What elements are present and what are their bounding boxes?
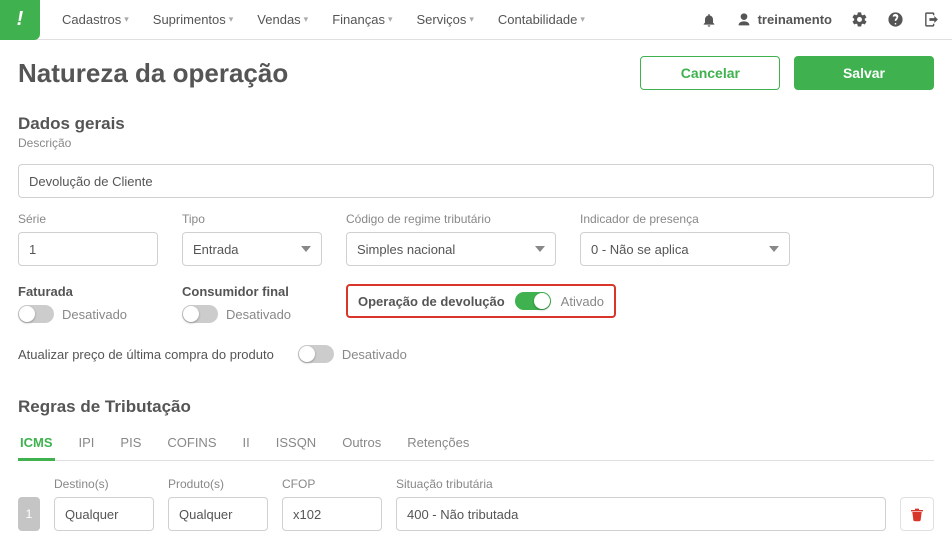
- destino-input[interactable]: [54, 497, 154, 531]
- faturada-label: Faturada: [18, 284, 158, 299]
- bell-icon[interactable]: [700, 11, 718, 29]
- consumidor-state: Desativado: [226, 307, 291, 322]
- chevron-down-icon: [769, 246, 779, 252]
- faturada-toggle[interactable]: [18, 305, 54, 323]
- chevron-down-icon: ▾: [469, 14, 474, 25]
- devolucao-toggle[interactable]: [515, 292, 551, 310]
- delete-row-button[interactable]: [900, 497, 934, 531]
- row-number: 1: [18, 497, 40, 531]
- chevron-down-icon: ▾: [229, 14, 234, 25]
- devolucao-highlight: Operação de devolução Ativado: [346, 284, 616, 318]
- chevron-down-icon: [535, 246, 545, 252]
- app-logo[interactable]: !: [0, 0, 40, 40]
- chevron-down-icon: ▾: [304, 14, 309, 25]
- tax-tabs: ICMS IPI PIS COFINS II ISSQN Outros Rete…: [18, 427, 934, 461]
- nav-contabilidade[interactable]: Contabilidade▾: [488, 6, 595, 33]
- user-icon: [736, 12, 752, 28]
- chevron-down-icon: [301, 246, 311, 252]
- col-produto: Produto(s): [168, 477, 268, 491]
- col-cfop: CFOP: [282, 477, 382, 491]
- col-destino: Destino(s): [54, 477, 154, 491]
- situacao-input[interactable]: [396, 497, 886, 531]
- chevron-down-icon: ▾: [580, 14, 585, 25]
- nav-financas[interactable]: Finanças▾: [322, 6, 402, 33]
- logout-icon[interactable]: [922, 11, 940, 29]
- regime-select[interactable]: Simples nacional: [346, 232, 556, 266]
- trash-icon: [909, 506, 925, 522]
- nav-cadastros[interactable]: Cadastros▾: [52, 6, 139, 33]
- tab-ii[interactable]: II: [241, 427, 252, 460]
- section-dados-gerais: Dados gerais: [18, 114, 934, 134]
- serie-label: Série: [18, 212, 158, 226]
- nav-vendas[interactable]: Vendas▾: [247, 6, 318, 33]
- regime-label: Código de regime tributário: [346, 212, 556, 226]
- descricao-input[interactable]: [18, 164, 934, 198]
- produto-input[interactable]: [168, 497, 268, 531]
- tab-icms[interactable]: ICMS: [18, 427, 55, 461]
- section-regras-tributacao: Regras de Tributação: [18, 397, 934, 417]
- save-button[interactable]: Salvar: [794, 56, 934, 90]
- descricao-label: Descrição: [18, 136, 934, 150]
- indicador-label: Indicador de presença: [580, 212, 790, 226]
- tab-cofins[interactable]: COFINS: [165, 427, 218, 460]
- tab-outros[interactable]: Outros: [340, 427, 383, 460]
- tax-grid-header: Destino(s) Produto(s) CFOP Situação trib…: [18, 477, 934, 491]
- tipo-label: Tipo: [182, 212, 322, 226]
- indicador-select[interactable]: 0 - Não se aplica: [580, 232, 790, 266]
- consumidor-toggle[interactable]: [182, 305, 218, 323]
- page-title: Natureza da operação: [18, 58, 288, 89]
- devolucao-state: Ativado: [561, 294, 604, 309]
- tab-retencoes[interactable]: Retenções: [405, 427, 471, 460]
- cancel-button[interactable]: Cancelar: [640, 56, 780, 90]
- main-nav: Cadastros▾ Suprimentos▾ Vendas▾ Finanças…: [52, 6, 700, 33]
- faturada-state: Desativado: [62, 307, 127, 322]
- atualizar-preco-state: Desativado: [342, 347, 407, 362]
- consumidor-label: Consumidor final: [182, 284, 322, 299]
- devolucao-label: Operação de devolução: [358, 294, 505, 309]
- user-name: treinamento: [758, 12, 832, 27]
- tab-issqn[interactable]: ISSQN: [274, 427, 318, 460]
- atualizar-preco-toggle[interactable]: [298, 345, 334, 363]
- tab-ipi[interactable]: IPI: [77, 427, 97, 460]
- top-navbar: ! Cadastros▾ Suprimentos▾ Vendas▾ Finanç…: [0, 0, 952, 40]
- col-situacao: Situação tributária: [396, 477, 934, 491]
- tab-pis[interactable]: PIS: [118, 427, 143, 460]
- top-actions: treinamento: [700, 11, 940, 29]
- atualizar-preco-label: Atualizar preço de última compra do prod…: [18, 347, 274, 362]
- user-menu[interactable]: treinamento: [736, 12, 832, 28]
- cfop-input[interactable]: [282, 497, 382, 531]
- chevron-down-icon: ▾: [124, 14, 129, 25]
- tipo-select[interactable]: Entrada: [182, 232, 322, 266]
- gear-icon[interactable]: [850, 11, 868, 29]
- help-icon[interactable]: [886, 11, 904, 29]
- tax-grid-row: 1: [18, 497, 934, 531]
- serie-input[interactable]: [18, 232, 158, 266]
- chevron-down-icon: ▾: [388, 14, 393, 25]
- nav-suprimentos[interactable]: Suprimentos▾: [143, 6, 244, 33]
- nav-servicos[interactable]: Serviços▾: [406, 6, 483, 33]
- page-header: Natureza da operação Cancelar Salvar: [18, 56, 934, 90]
